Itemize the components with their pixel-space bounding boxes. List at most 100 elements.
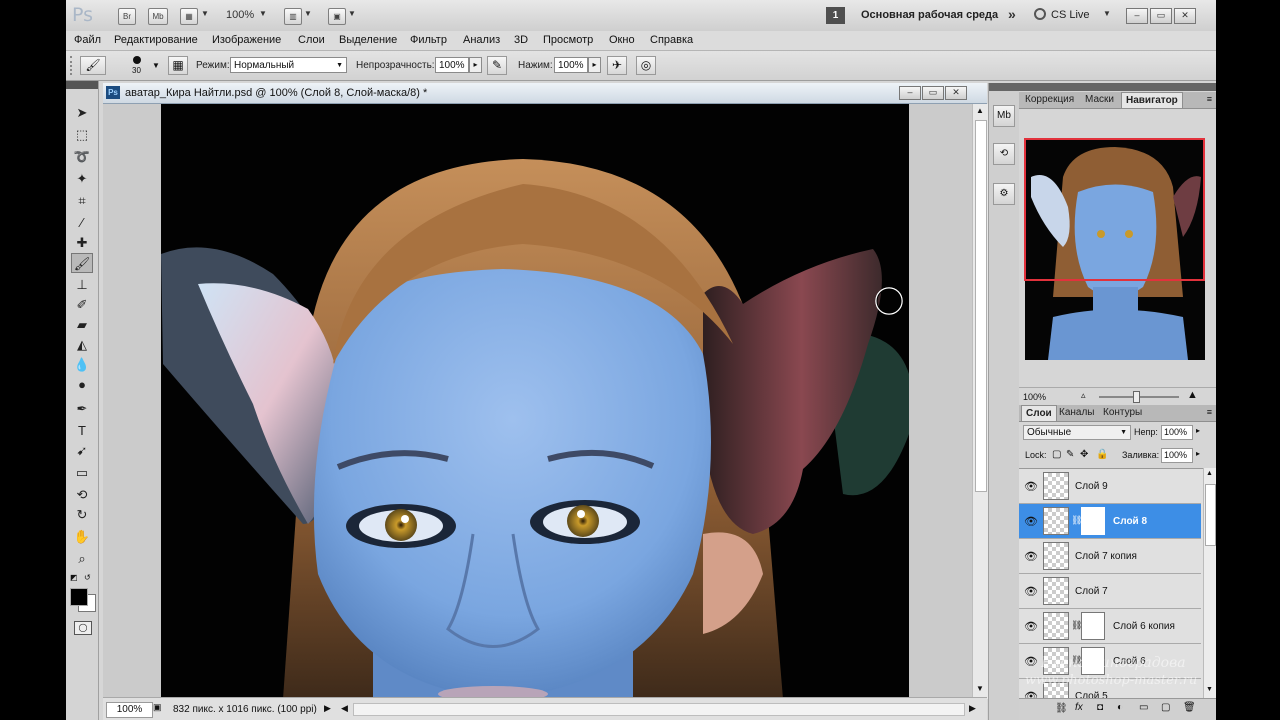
- layer-opacity-arrow-icon[interactable]: ▸: [1196, 426, 1200, 435]
- path-selection-tool-icon[interactable]: ➹: [71, 441, 93, 461]
- view-extras-icon[interactable]: ▦: [180, 8, 198, 25]
- menu-analysis[interactable]: Анализ: [463, 34, 500, 46]
- default-colors-icon[interactable]: ◩: [70, 573, 78, 582]
- close-button[interactable]: ✕: [1174, 8, 1196, 24]
- eraser-tool-icon[interactable]: ▰: [71, 315, 93, 335]
- layer-row[interactable]: 👁 Слой 7 копия: [1019, 539, 1201, 574]
- actions-panel-icon[interactable]: ⚙: [993, 183, 1015, 205]
- hscroll-left-arrow-icon[interactable]: ◀: [341, 703, 348, 714]
- arrange-documents-icon[interactable]: ▥: [284, 8, 302, 25]
- pressure-slider-arrow-icon[interactable]: ▸: [588, 57, 601, 73]
- layer-mask-thumbnail[interactable]: [1081, 612, 1105, 640]
- workspace-number-badge[interactable]: 1: [826, 7, 845, 24]
- layers-scroll-down-icon[interactable]: ▼: [1206, 686, 1213, 693]
- doc-close-button[interactable]: ✕: [945, 86, 967, 100]
- opacity-slider-arrow-icon[interactable]: ▸: [469, 57, 482, 73]
- tab-channels[interactable]: Каналы: [1055, 405, 1099, 421]
- crop-tool-icon[interactable]: ⌗: [71, 191, 93, 211]
- new-layer-icon[interactable]: ▢: [1161, 702, 1170, 713]
- adjustment-layer-icon[interactable]: ◐: [1117, 702, 1123, 713]
- move-tool-icon[interactable]: ➤: [71, 103, 93, 123]
- layers-scroll-thumb[interactable]: [1205, 484, 1216, 546]
- layer-opacity-input[interactable]: 100%: [1161, 425, 1193, 440]
- scroll-down-arrow-icon[interactable]: ▼: [976, 684, 984, 693]
- tool-preset-brush-icon[interactable]: 🖌: [80, 56, 106, 75]
- tab-layers[interactable]: Слои: [1021, 405, 1057, 421]
- cslive-icon[interactable]: [1034, 8, 1046, 20]
- zoom-in-icon[interactable]: ▲: [1187, 389, 1198, 401]
- layer-row[interactable]: 👁 Слой 7: [1019, 574, 1201, 609]
- lock-all-icon[interactable]: 🔒: [1096, 449, 1108, 460]
- rectangle-tool-icon[interactable]: ▭: [71, 463, 93, 483]
- healing-brush-tool-icon[interactable]: ✚: [71, 233, 93, 253]
- airbrush-icon[interactable]: ✈: [607, 56, 627, 75]
- tab-paths[interactable]: Контуры: [1099, 405, 1146, 421]
- menu-edit[interactable]: Редактирование: [114, 34, 198, 46]
- document-canvas[interactable]: [103, 104, 972, 699]
- menu-3d[interactable]: 3D: [514, 34, 528, 46]
- brush-picker-dropdown-icon[interactable]: ▼: [152, 61, 160, 70]
- brush-panel-toggle-icon[interactable]: ▦: [168, 56, 188, 75]
- blend-mode-select[interactable]: Обычные ▼: [1023, 425, 1131, 440]
- pen-tool-icon[interactable]: ✒: [71, 399, 93, 419]
- tablet-size-pressure-icon[interactable]: ◎: [636, 56, 656, 75]
- navigator-preview[interactable]: [1023, 137, 1207, 361]
- scrollbar-thumb[interactable]: [975, 120, 987, 492]
- lasso-tool-icon[interactable]: ➰: [71, 147, 93, 167]
- layer-row-selected[interactable]: 👁 ⛓ Слой 8: [1019, 504, 1201, 539]
- eyedropper-tool-icon[interactable]: ⁄: [71, 213, 93, 233]
- clone-stamp-tool-icon[interactable]: ⊥: [71, 275, 93, 295]
- quick-selection-tool-icon[interactable]: ✦: [71, 169, 93, 189]
- paint-bucket-tool-icon[interactable]: ◭: [71, 335, 93, 355]
- menu-select[interactable]: Выделение: [339, 34, 397, 46]
- fill-arrow-icon[interactable]: ▸: [1196, 449, 1200, 458]
- navigator-zoom-value[interactable]: 100%: [1023, 392, 1046, 402]
- menu-image[interactable]: Изображение: [212, 34, 281, 46]
- 3d-orbit-tool-icon[interactable]: ↻: [71, 505, 93, 525]
- dock-header[interactable]: [989, 83, 1019, 91]
- tools-panel-header[interactable]: [66, 81, 98, 89]
- blur-tool-icon[interactable]: 💧: [71, 355, 93, 375]
- canvas-area[interactable]: [103, 104, 972, 699]
- new-group-icon[interactable]: ▭: [1139, 702, 1148, 713]
- workspace-name[interactable]: Основная рабочая среда: [861, 9, 998, 21]
- link-layers-icon[interactable]: ⛓: [1055, 703, 1068, 714]
- document-title-bar[interactable]: Ps аватар_Кира Найтли.psd @ 100% (Слой 8…: [103, 83, 987, 104]
- hand-tool-icon[interactable]: ✋: [71, 527, 93, 547]
- menu-filter[interactable]: Фильтр: [410, 34, 447, 46]
- tab-masks[interactable]: Маски: [1081, 92, 1118, 108]
- delete-layer-icon[interactable]: 🗑: [1183, 702, 1196, 713]
- 3d-rotate-tool-icon[interactable]: ⟲: [71, 485, 93, 505]
- cslive-button[interactable]: CS Live: [1051, 9, 1090, 21]
- layers-scrollbar[interactable]: ▲ ▼: [1203, 468, 1216, 698]
- screen-mode-icon[interactable]: ▣: [328, 8, 346, 25]
- hscroll-right-arrow-icon[interactable]: ▶: [969, 703, 976, 714]
- layer-style-icon[interactable]: fx: [1075, 702, 1083, 713]
- layer-row[interactable]: 👁 Слой 9: [1019, 469, 1201, 504]
- menu-view[interactable]: Просмотр: [543, 34, 593, 46]
- visibility-eye-icon[interactable]: 👁: [1024, 480, 1038, 493]
- bridge-button[interactable]: Br: [118, 8, 136, 25]
- tab-corrections[interactable]: Коррекция: [1021, 92, 1078, 108]
- minimize-button[interactable]: –: [1126, 8, 1148, 24]
- vertical-scrollbar[interactable]: ▲ ▼: [972, 104, 988, 699]
- status-info-icon[interactable]: ▣: [153, 702, 162, 713]
- layers-scroll-up-icon[interactable]: ▲: [1206, 470, 1213, 477]
- visibility-eye-icon[interactable]: 👁: [1024, 620, 1038, 633]
- screen-mode-dropdown-icon[interactable]: ▼: [348, 9, 356, 18]
- visibility-eye-icon[interactable]: 👁: [1024, 550, 1038, 563]
- scroll-up-arrow-icon[interactable]: ▲: [976, 106, 984, 115]
- menu-layers[interactable]: Слои: [298, 34, 325, 46]
- visibility-eye-icon[interactable]: 👁: [1024, 515, 1038, 528]
- brush-tool-icon[interactable]: 🖌: [71, 253, 93, 273]
- zoom-tool-icon[interactable]: ⌕: [71, 549, 93, 569]
- doc-restore-button[interactable]: ▭: [922, 86, 944, 100]
- history-brush-tool-icon[interactable]: ✐: [71, 295, 93, 315]
- marquee-tool-icon[interactable]: ⬚: [71, 125, 93, 145]
- foreground-color-swatch[interactable]: [70, 588, 88, 606]
- quick-mask-icon[interactable]: ◯: [74, 621, 92, 635]
- pressure-input[interactable]: 100%: [554, 57, 588, 73]
- menu-window[interactable]: Окно: [609, 34, 635, 46]
- mini-bridge-button[interactable]: Mb: [148, 8, 168, 25]
- zoom-out-icon[interactable]: ▵: [1081, 390, 1086, 401]
